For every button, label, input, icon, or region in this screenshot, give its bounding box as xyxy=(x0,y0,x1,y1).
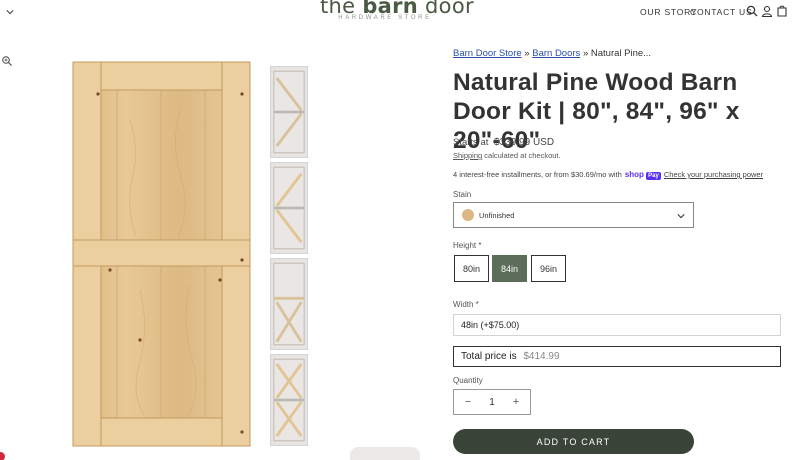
breadcrumb: Barn Door Store » Barn Doors » Natural P… xyxy=(453,48,651,59)
total-price-amount: $414.99 xyxy=(523,351,560,362)
purchasing-power-link[interactable]: Check your purchasing power xyxy=(664,170,763,179)
total-price-label: Total price is xyxy=(461,351,517,362)
price-row: Starts at $339.99 USD xyxy=(453,137,554,148)
breadcrumb-barn-door-store[interactable]: Barn Door Store xyxy=(453,48,522,59)
stain-swatch xyxy=(462,209,474,221)
breadcrumb-current: Natural Pine... xyxy=(590,48,652,59)
pay-badge: Pay xyxy=(646,172,661,180)
width-field[interactable]: 48in (+$75.00) xyxy=(453,314,781,336)
logo-subtitle: HARDWARE STORE xyxy=(338,15,432,21)
breadcrumb-barn-doors[interactable]: Barn Doors xyxy=(532,48,580,59)
breadcrumb-separator: » xyxy=(582,48,589,59)
chevron-down-icon xyxy=(677,214,685,219)
shop-wordmark: shop xyxy=(624,170,644,179)
thumbnail-2[interactable] xyxy=(270,162,308,254)
site-header: the barn door HARDWARE STORE OUR STORY C… xyxy=(0,0,800,24)
account-icon[interactable] xyxy=(761,5,773,17)
product-main-image[interactable] xyxy=(70,60,255,448)
chevron-down-icon[interactable] xyxy=(6,8,14,16)
add-to-cart-button[interactable]: ADD TO CART xyxy=(453,429,694,454)
height-option-96in[interactable]: 96in xyxy=(531,255,566,282)
stain-value: Unfinished xyxy=(479,211,515,220)
shipping-text: calculated at checkout. xyxy=(482,151,561,160)
quantity-increase-button[interactable]: + xyxy=(511,396,521,408)
nav-contact-us[interactable]: CONTACT US xyxy=(690,7,752,17)
nav-our-story[interactable]: OUR STORY xyxy=(640,7,697,17)
installments-row: 4 interest-free installments, or from $3… xyxy=(453,170,763,180)
cart-icon[interactable] xyxy=(776,5,788,17)
zoom-icon[interactable] xyxy=(1,55,13,67)
breadcrumb-separator: » xyxy=(524,48,530,59)
thumbnail-4[interactable] xyxy=(270,354,308,446)
stain-select[interactable]: Unfinished xyxy=(453,202,694,228)
stain-label: Stain xyxy=(453,190,472,199)
thumbnail-3[interactable] xyxy=(270,258,308,350)
quantity-value[interactable]: 1 xyxy=(489,397,495,408)
product-price: $339.99 USD xyxy=(494,137,555,148)
floating-tab[interactable] xyxy=(350,447,420,460)
total-price-box: Total price is $414.99 xyxy=(453,346,781,367)
quantity-stepper: − 1 + xyxy=(453,389,531,415)
thumbnail-1[interactable] xyxy=(270,66,308,158)
starts-at-label: Starts at xyxy=(453,137,489,148)
height-option-84in[interactable]: 84in xyxy=(492,255,527,282)
shipping-row: Shipping calculated at checkout. xyxy=(453,151,561,160)
quantity-decrease-button[interactable]: − xyxy=(463,396,473,408)
height-label: Height * xyxy=(453,241,482,250)
height-option-80in[interactable]: 80in xyxy=(454,255,489,282)
notification-dot[interactable] xyxy=(0,452,5,460)
search-icon[interactable] xyxy=(746,5,758,17)
installments-text: 4 interest-free installments, or from $3… xyxy=(453,170,622,179)
shop-pay-logo: shop Pay xyxy=(624,170,661,180)
site-logo[interactable]: the barn door HARDWARE STORE xyxy=(320,0,474,21)
shipping-link[interactable]: Shipping xyxy=(453,151,482,160)
width-label: Width * xyxy=(453,300,479,309)
quantity-label: Quantity xyxy=(453,376,483,385)
